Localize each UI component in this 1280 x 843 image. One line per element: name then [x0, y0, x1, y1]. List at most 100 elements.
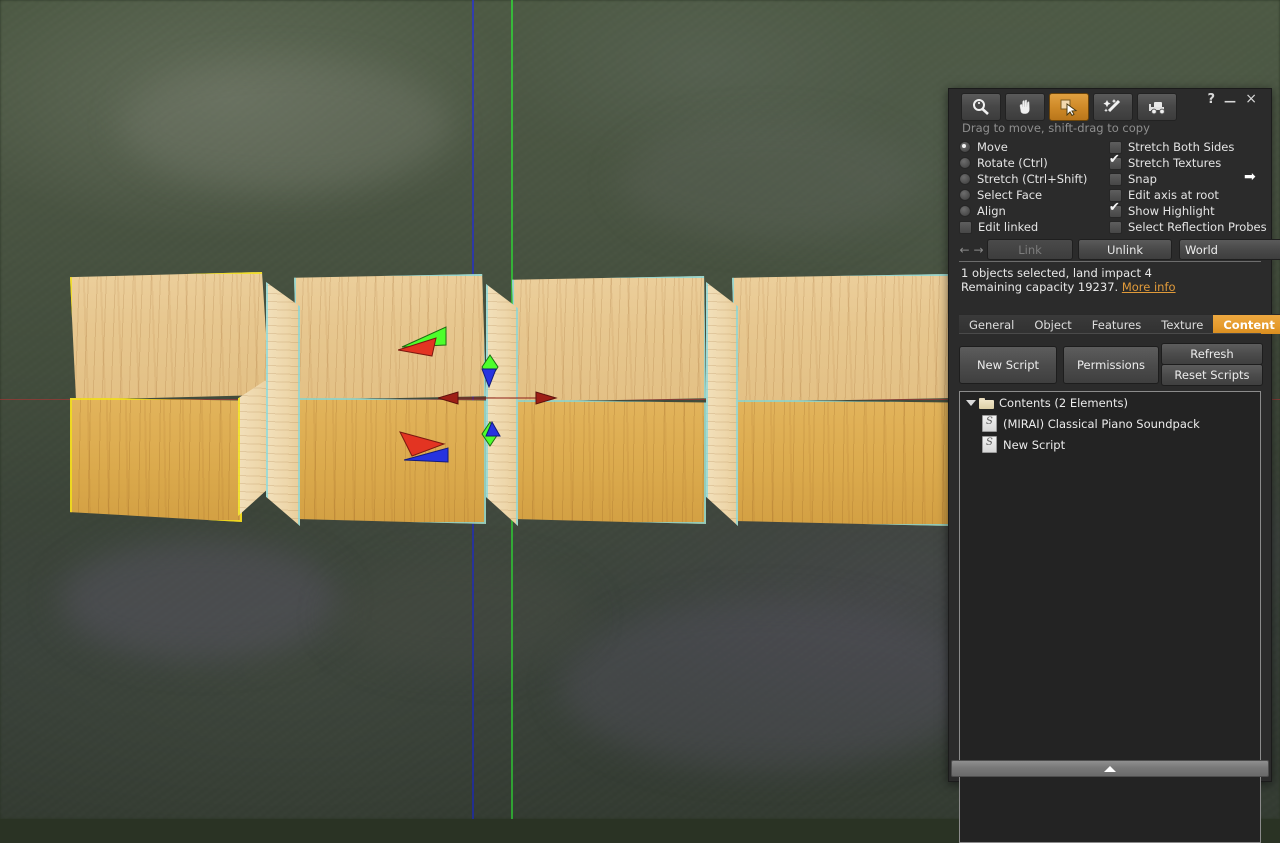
radio-indicator [959, 205, 971, 217]
checkbox-show-highlight[interactable]: Show Highlight [1109, 201, 1264, 219]
unlink-button[interactable]: Unlink [1078, 239, 1172, 260]
cube-top-face [732, 274, 950, 402]
status-line-capacity: Remaining capacity 19237. More info [961, 279, 1176, 295]
radio-align[interactable]: Align [959, 203, 1107, 219]
link-button[interactable]: Link [987, 239, 1073, 260]
status-line-objects: 1 objects selected, land impact 4 [961, 266, 1152, 280]
bulldozer-icon [1149, 102, 1165, 115]
tool-button-row[interactable] [961, 93, 1177, 121]
grid-mode-dropdown[interactable]: World ▾ [1179, 239, 1280, 260]
gizmo-z-handle-down[interactable] [480, 420, 508, 454]
edit-mode-radio-group[interactable]: Move Rotate (Ctrl) Stretch (Ctrl+Shift) … [959, 139, 1107, 235]
cube-top-face [70, 272, 270, 400]
radio-label: Rotate (Ctrl) [977, 156, 1048, 170]
land-tool-button[interactable] [1137, 93, 1177, 121]
radio-indicator [959, 189, 971, 201]
terrain-blotch [60, 540, 340, 660]
checkbox-label: Show Highlight [1128, 204, 1215, 218]
capacity-text: Remaining capacity 19237. [961, 279, 1122, 294]
selection-status: 1 objects selected, land impact 4 Remain… [961, 266, 1176, 295]
snap-expand-arrow-icon[interactable]: ➡ [1244, 170, 1256, 184]
content-action-buttons[interactable]: New Script Permissions Refresh Reset Scr… [959, 343, 1263, 387]
move-tool-button[interactable] [1005, 93, 1045, 121]
checkbox-label: Select Reflection Probes [1128, 220, 1267, 234]
tab-object[interactable]: Object [1024, 314, 1082, 334]
collapse-panel-bar[interactable] [951, 760, 1269, 777]
next-arrow-icon[interactable]: → [973, 242, 984, 258]
move-gizmo[interactable] [390, 325, 560, 470]
checkbox-label: Snap [1128, 172, 1157, 186]
checkbox-label: Edit axis at root [1128, 188, 1219, 202]
link-controls-row[interactable]: ← → Link Unlink World ▾ [959, 239, 1280, 260]
list-item[interactable]: (MIRAI) Classical Piano Soundpack [978, 413, 1260, 434]
previous-arrow-icon[interactable]: ← [959, 242, 970, 258]
object-tab-bar[interactable]: General Object Features Texture Content [959, 314, 1280, 334]
radio-indicator [959, 141, 971, 153]
gizmo-x-axis-arrows[interactable] [438, 390, 558, 406]
checkbox-indicator [1109, 172, 1122, 186]
radio-label: Select Face [977, 188, 1043, 202]
checkbox-label: Edit linked [978, 220, 1039, 234]
checkbox-snap[interactable]: Snap [1109, 171, 1264, 187]
build-tools-floater[interactable]: ? — × Drag to move, shift-drag to copy M… [948, 88, 1280, 843]
edit-tool-button[interactable] [1049, 93, 1089, 121]
checkbox-stretch-textures[interactable]: Stretch Textures [1109, 153, 1264, 171]
radio-move[interactable]: Move [959, 139, 1107, 155]
contents-root-label: Contents (2 Elements) [999, 395, 1128, 410]
tab-content[interactable]: Content [1213, 314, 1280, 334]
close-button[interactable]: × [1245, 92, 1257, 106]
hand-icon [1019, 99, 1030, 114]
permissions-button[interactable]: Permissions [1063, 346, 1159, 384]
gizmo-z-arrow-blue-lower[interactable] [404, 444, 460, 468]
gizmo-x-arrow-red[interactable] [398, 336, 448, 366]
checkbox-edit-linked[interactable]: Edit linked [959, 219, 1107, 235]
more-info-link[interactable]: More info [1122, 280, 1176, 294]
checkbox-edit-axis-at-root[interactable]: Edit axis at root [1109, 187, 1264, 203]
magic-wand-icon [1103, 99, 1121, 113]
cube-left-face [706, 282, 738, 526]
terrain-blotch [120, 60, 450, 190]
wood-cube-selected[interactable] [66, 264, 276, 532]
tab-features[interactable]: Features [1081, 314, 1152, 334]
script-icon [982, 415, 997, 432]
radio-rotate[interactable]: Rotate (Ctrl) [959, 155, 1107, 171]
checkbox-stretch-both-sides[interactable]: Stretch Both Sides [1109, 139, 1264, 155]
grid-mode-value: World [1185, 242, 1218, 257]
create-tool-button[interactable] [1093, 93, 1133, 121]
help-button[interactable]: ? [1207, 93, 1215, 107]
cube-left-face [266, 282, 300, 526]
tab-general[interactable]: General [959, 314, 1025, 334]
floater-titlebar[interactable]: ? — × [949, 89, 1271, 121]
disclosure-triangle-icon[interactable] [966, 399, 976, 406]
minimize-button[interactable]: — [1224, 94, 1236, 108]
refresh-button[interactable]: Refresh [1161, 343, 1263, 365]
wood-cube[interactable] [706, 268, 950, 532]
radio-label: Move [977, 140, 1008, 154]
list-item-label: New Script [1003, 437, 1066, 452]
checkbox-indicator [959, 220, 972, 234]
terrain-blotch [560, 600, 980, 770]
divider [959, 261, 1261, 262]
radio-select-face[interactable]: Select Face [959, 187, 1107, 203]
focus-tool-button[interactable] [961, 93, 1001, 121]
checkbox-select-reflection-probes[interactable]: Select Reflection Probes [1109, 219, 1267, 235]
folder-icon [979, 397, 994, 409]
checkbox-label: Stretch Textures [1128, 156, 1222, 170]
checkbox-indicator [1109, 201, 1122, 218]
radio-stretch[interactable]: Stretch (Ctrl+Shift) [959, 171, 1107, 187]
edit-options-checkbox-group[interactable]: Stretch Both Sides Stretch Textures Snap… [1109, 139, 1267, 235]
new-script-button[interactable]: New Script [959, 346, 1057, 384]
list-item[interactable]: New Script [978, 434, 1260, 455]
chevron-up-icon [1104, 765, 1116, 772]
radio-label: Stretch (Ctrl+Shift) [977, 172, 1088, 186]
radio-indicator [959, 173, 971, 185]
tab-underline [959, 333, 1261, 334]
contents-root-row[interactable]: Contents (2 Elements) [960, 392, 1260, 413]
tab-texture[interactable]: Texture [1151, 314, 1214, 334]
radio-label: Align [977, 204, 1006, 218]
gizmo-z-handle-up[interactable] [480, 353, 508, 389]
tool-hint-text: Drag to move, shift-drag to copy [962, 121, 1150, 135]
magnifier-icon [973, 99, 989, 115]
reset-scripts-button[interactable]: Reset Scripts [1161, 364, 1263, 386]
list-item-label: (MIRAI) Classical Piano Soundpack [1003, 416, 1200, 431]
